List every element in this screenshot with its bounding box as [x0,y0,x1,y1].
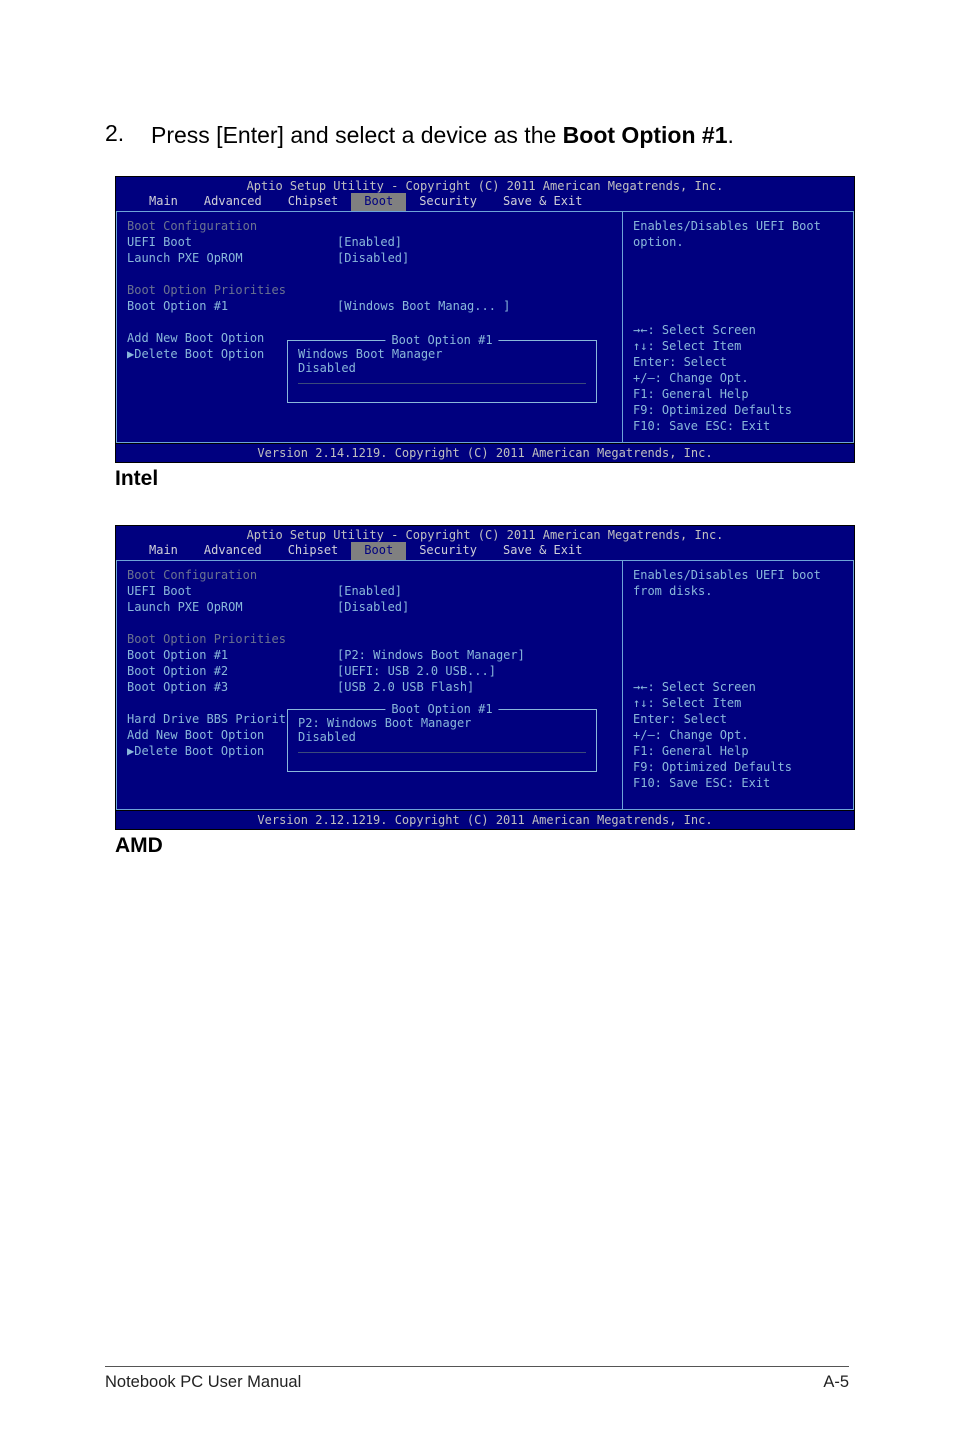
hint-screen: →←: Select Screen [633,322,843,338]
page-footer: Notebook PC User Manual A-5 [105,1366,849,1392]
opt-launch-pxe[interactable]: Launch PXE OpROM[Disabled] [127,250,612,266]
section-boot-prio: Boot Option Priorities [127,631,612,647]
boot-option-popup[interactable]: Boot Option #1 P2: Windows Boot Manager … [287,709,597,772]
hint-f1: F1: General Help [633,386,843,402]
section-boot-prio: Boot Option Priorities [127,282,612,298]
caption-amd: AMD [115,834,849,858]
hint-change: +/—: Change Opt. [633,727,843,743]
bios-screenshot-amd: Aptio Setup Utility - Copyright (C) 2011… [115,525,855,830]
tab-advanced[interactable]: Advanced [191,542,275,560]
hint-f9: F9: Optimized Defaults [633,759,843,775]
hint-screen: →←: Select Screen [633,679,843,695]
tab-save-exit[interactable]: Save & Exit [490,542,595,560]
page-number: A-5 [823,1373,849,1392]
bios-header: Aptio Setup Utility - Copyright (C) 2011… [116,177,854,193]
bios-tab-row: Main Advanced Chipset Boot Security Save… [116,193,854,211]
tab-security[interactable]: Security [406,542,490,560]
bios-footer: Version 2.12.1219. Copyright (C) 2011 Am… [116,810,854,829]
manual-title: Notebook PC User Manual [105,1373,301,1392]
hint-f10: F10: Save ESC: Exit [633,418,843,434]
step-text-pre: Press [Enter] and select a device as the [151,122,563,148]
bios-header: Aptio Setup Utility - Copyright (C) 2011… [116,526,854,542]
tab-boot[interactable]: Boot [351,542,406,560]
bios-footer: Version 2.14.1219. Copyright (C) 2011 Am… [116,443,854,462]
bios-screenshot-intel: Aptio Setup Utility - Copyright (C) 2011… [115,176,855,463]
section-boot-config: Boot Configuration [127,567,612,583]
hint-f1: F1: General Help [633,743,843,759]
help-text: Enables/Disables UEFI boot from disks. [633,567,843,599]
opt-boot-option-1[interactable]: Boot Option #1[Windows Boot Manag... ] [127,298,612,314]
hint-enter: Enter: Select [633,354,843,370]
tab-main[interactable]: Main [136,193,191,211]
hint-f9: F9: Optimized Defaults [633,402,843,418]
hint-item: ↑↓: Select Item [633,695,843,711]
tab-main[interactable]: Main [136,542,191,560]
step-text-bold: Boot Option #1 [563,122,728,148]
popup-title: Boot Option #1 [385,333,498,347]
popup-option-wbm[interactable]: P2: Windows Boot Manager [298,716,586,730]
step-text: Press [Enter] and select a device as the… [151,120,734,151]
step-number: 2. [105,120,151,147]
tab-advanced[interactable]: Advanced [191,193,275,211]
opt-boot-option-2[interactable]: Boot Option #2[UEFI: USB 2.0 USB...] [127,663,612,679]
step-text-post: . [728,122,734,148]
hint-f10: F10: Save ESC: Exit [633,775,843,791]
boot-option-popup[interactable]: Boot Option #1 Windows Boot Manager Disa… [287,340,597,403]
hint-change: +/—: Change Opt. [633,370,843,386]
caption-intel: Intel [115,467,849,491]
opt-uefi-boot[interactable]: UEFI Boot[Enabled] [127,583,612,599]
tab-boot[interactable]: Boot [351,193,406,211]
hint-item: ↑↓: Select Item [633,338,843,354]
tab-save-exit[interactable]: Save & Exit [490,193,595,211]
tab-security[interactable]: Security [406,193,490,211]
popup-option-disabled[interactable]: Disabled [298,730,586,744]
opt-uefi-boot[interactable]: UEFI Boot[Enabled] [127,234,612,250]
instruction-step: 2. Press [Enter] and select a device as … [105,120,849,151]
tab-chipset[interactable]: Chipset [275,542,352,560]
bios-tab-row: Main Advanced Chipset Boot Security Save… [116,542,854,560]
opt-boot-option-3[interactable]: Boot Option #3[USB 2.0 USB Flash] [127,679,612,695]
section-boot-config: Boot Configuration [127,218,612,234]
help-text: Enables/Disables UEFI Boot option. [633,218,843,250]
tab-chipset[interactable]: Chipset [275,193,352,211]
popup-option-wbm[interactable]: Windows Boot Manager [298,347,586,361]
hint-enter: Enter: Select [633,711,843,727]
opt-launch-pxe[interactable]: Launch PXE OpROM[Disabled] [127,599,612,615]
popup-option-disabled[interactable]: Disabled [298,361,586,375]
popup-title: Boot Option #1 [385,702,498,716]
opt-boot-option-1[interactable]: Boot Option #1[P2: Windows Boot Manager] [127,647,612,663]
